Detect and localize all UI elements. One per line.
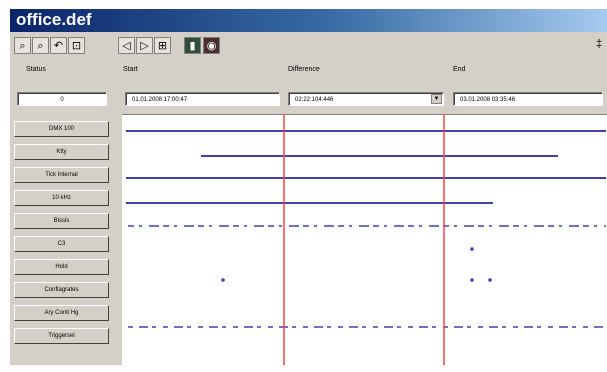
end-value: 03.01.2008 03:35:46 [460, 97, 516, 103]
window-title: office.def [16, 10, 92, 29]
start-label: Start [123, 66, 138, 73]
signal-plot[interactable] [122, 114, 607, 365]
channel-button[interactable]: Hold [14, 259, 109, 275]
channel-button[interactable]: Bissis [14, 213, 109, 229]
application-window: office.def ⌕ ⌕ ↶ ⊡ ◁ ▷ ⊞ ▮ ◉ ‡ Status St… [9, 8, 607, 365]
end-label: End [453, 66, 466, 73]
end-field[interactable]: 03.01.2008 03:35:46 [453, 92, 603, 106]
trace-point [470, 278, 474, 282]
channel-button[interactable]: Ktty [14, 144, 109, 160]
trace-point [221, 278, 225, 282]
delete-icon[interactable]: ▮ [184, 37, 201, 54]
channel-button[interactable]: Triggersel [14, 328, 109, 344]
trace-point [470, 247, 474, 251]
channel-button[interactable]: DMX 100 [14, 121, 109, 137]
start-value: 01.01.2008 17:00:47 [132, 97, 188, 103]
fit-range-icon[interactable]: ⊞ [154, 37, 171, 54]
channel-button[interactable]: Ary Conti Hg [14, 305, 109, 321]
status-label: Status [26, 66, 46, 73]
difference-value: 02:22:104:446 [295, 97, 334, 103]
channel-button[interactable]: Conflagrates [14, 282, 109, 298]
difference-field[interactable]: 02:22:104:446 ▼ [288, 92, 444, 106]
channel-button[interactable]: C3 [14, 236, 109, 252]
record-icon[interactable]: ◉ [203, 37, 220, 54]
zoom-out-icon[interactable]: ⌕ [32, 37, 49, 54]
signal-traces [126, 115, 606, 365]
status-value: 0 [60, 97, 64, 103]
fit-icon[interactable]: ⊡ [68, 37, 85, 54]
title-bar: office.def [10, 9, 607, 32]
channel-button[interactable]: 10 kHz [14, 190, 109, 206]
start-field[interactable]: 01.01.2008 17:00:47 [125, 92, 280, 106]
toolbar-end-icon: ‡ [596, 38, 603, 50]
channel-button[interactable]: Tick Internal [14, 167, 109, 183]
step-forward-icon[interactable]: ▷ [136, 37, 153, 54]
chevron-down-icon[interactable]: ▼ [431, 94, 442, 104]
undo-icon[interactable]: ↶ [50, 37, 67, 54]
difference-label: Difference [288, 66, 320, 73]
toolbar: ⌕ ⌕ ↶ ⊡ ◁ ▷ ⊞ ▮ ◉ ‡ [10, 34, 607, 60]
step-back-icon[interactable]: ◁ [118, 37, 135, 54]
status-field[interactable]: 0 [17, 92, 107, 106]
trace-point [488, 278, 492, 282]
zoom-in-icon[interactable]: ⌕ [14, 37, 31, 54]
